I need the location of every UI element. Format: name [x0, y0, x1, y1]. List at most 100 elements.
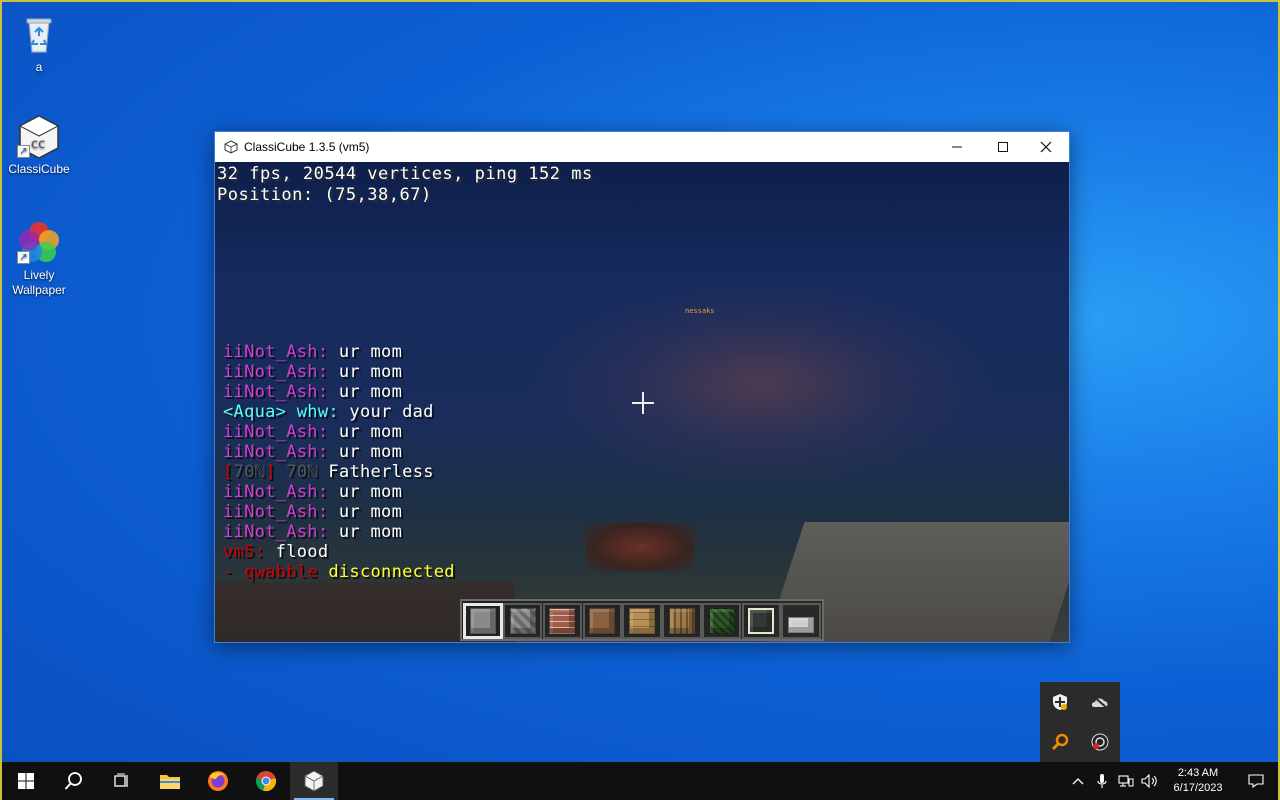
chat-text: flood: [265, 542, 329, 562]
chat-text: ur mom: [328, 442, 403, 462]
tray-security-button[interactable]: [1040, 682, 1080, 722]
show-hidden-icons-button[interactable]: [1066, 762, 1090, 800]
chat-sender: iiNot_Ash:: [223, 422, 329, 442]
maximize-icon: [998, 142, 1008, 152]
taskbar-clock[interactable]: 2:43 AM 6/17/2023: [1162, 766, 1234, 796]
chat-text: ur mom: [328, 522, 403, 542]
search-button[interactable]: [50, 762, 98, 800]
chat-text: ur mom: [328, 482, 403, 502]
action-center-button[interactable]: [1234, 762, 1278, 800]
chevron-up-icon: [1072, 778, 1084, 785]
chat-sender-suffix: ℕ: [307, 462, 318, 482]
tray-obs-button[interactable]: [1080, 722, 1120, 762]
close-icon: [1040, 141, 1052, 153]
tray-onedrive-button[interactable]: [1080, 682, 1120, 722]
tray-search-tool-button[interactable]: [1040, 722, 1080, 762]
desktop-icon-lively-wallpaper[interactable]: ↗ Lively Wallpaper: [2, 218, 76, 298]
clock-date: 6/17/2023: [1173, 782, 1223, 794]
chat-sender: vm5:: [223, 542, 266, 562]
speaker-icon: [1141, 774, 1157, 788]
windows-logo-icon: [18, 773, 34, 789]
notification-icon: [1248, 774, 1264, 788]
wood-planks-block-icon: [629, 608, 656, 634]
chat-text: ur mom: [328, 382, 403, 402]
chat-message: <Aqua> whw: your dad: [223, 402, 455, 422]
chat-sender: iiNot_Ash:: [223, 482, 329, 502]
chat-text: disconnected: [317, 562, 455, 582]
window-title: ClassiCube 1.3.5 (vm5): [244, 140, 370, 154]
minimize-button[interactable]: [934, 132, 980, 162]
hotbar-slot-wood-planks[interactable]: [622, 603, 662, 639]
maximize-button[interactable]: [980, 132, 1026, 162]
clock-time: 2:43 AM: [1177, 767, 1219, 779]
minimize-icon: [952, 146, 962, 148]
hotbar-slot-glass[interactable]: [741, 603, 782, 639]
slab-block-icon: [788, 617, 815, 633]
chat-sender: iiNot_Ash:: [223, 522, 329, 542]
chat-message: [70ℕ] 70ℕ Fatherless: [223, 462, 455, 482]
window-titlebar[interactable]: ClassiCube 1.3.5 (vm5): [215, 132, 1069, 162]
hotbar-slot-log[interactable]: [662, 603, 702, 639]
chat-message: - qwabble disconnected: [223, 562, 455, 582]
classicube-window: ClassiCube 1.3.5 (vm5) 32 fps, 20544 ver…: [214, 131, 1070, 643]
hotbar-slot-slab[interactable]: [781, 603, 821, 639]
chat-sender: iiNot_Ash:: [223, 502, 329, 522]
task-view-icon: [114, 773, 128, 787]
network-icon: [1118, 775, 1134, 787]
task-view-button[interactable]: [98, 762, 146, 800]
hotbar-slot-brick[interactable]: [542, 603, 583, 639]
chat-text: ur mom: [328, 342, 403, 362]
start-button[interactable]: [2, 762, 50, 800]
lava-hole: [585, 522, 695, 572]
chat-text: ur mom: [328, 362, 403, 382]
classicube-taskbar-button[interactable]: [290, 762, 338, 800]
chat-bracket: [: [223, 462, 234, 482]
chat-message: iiNot_Ash: ur mom: [223, 382, 455, 402]
hotbar-slot-dirt[interactable]: [582, 603, 622, 639]
player-nametag: nessaks: [685, 307, 715, 315]
desktop-icon-label: ClassiCube: [8, 162, 70, 176]
cobblestone-block-icon: [509, 608, 536, 634]
tray-overflow-popup: [1040, 682, 1120, 762]
position-readout: Position: (75,38,67): [217, 185, 432, 205]
desktop-icon-classicube[interactable]: cc ↗ ClassiCube: [2, 112, 76, 177]
chat-bracket: ]: [265, 462, 276, 482]
crosshair-icon: [632, 392, 654, 414]
lively-wallpaper-icon: ↗: [15, 218, 63, 266]
folder-icon: [160, 775, 180, 789]
chat-sender: iiNot_Ash:: [223, 342, 329, 362]
hotbar-slot-cobblestone[interactable]: [503, 603, 543, 639]
desktop-icon-recycle-bin[interactable]: a: [2, 10, 76, 75]
chat-text: your dad: [338, 402, 434, 422]
volume-button[interactable]: [1138, 762, 1162, 800]
desktop-icon-label: Lively Wallpaper: [12, 268, 66, 297]
microphone-button[interactable]: [1090, 762, 1114, 800]
chat-message: iiNot_Ash: ur mom: [223, 522, 455, 542]
chat-sender: 70: [275, 462, 308, 482]
hotbar[interactable]: [460, 599, 824, 641]
close-button[interactable]: [1023, 132, 1069, 162]
file-explorer-button[interactable]: [146, 762, 194, 800]
chat-sender: - qwabble: [223, 562, 318, 582]
onedrive-offline-icon: [1091, 695, 1108, 709]
shortcut-arrow-icon: ↗: [17, 251, 30, 264]
chrome-button[interactable]: [242, 762, 290, 800]
chat-text: ur mom: [328, 502, 403, 522]
chat-log: iiNot_Ash: ur mom iiNot_Ash: ur mom iiNo…: [223, 342, 455, 582]
stone-block-icon: [469, 608, 496, 634]
desktop-icon-label: a: [35, 60, 43, 74]
chat-sender: iiNot_Ash:: [223, 442, 329, 462]
firefox-icon: [208, 771, 228, 791]
network-button[interactable]: [1114, 762, 1138, 800]
chat-message: vm5: flood: [223, 542, 455, 562]
magnifier-icon: [1051, 733, 1069, 751]
firefox-button[interactable]: [194, 762, 242, 800]
hotbar-slot-stone[interactable]: [463, 603, 503, 639]
chat-message: iiNot_Ash: ur mom: [223, 342, 455, 362]
log-block-icon: [668, 608, 695, 634]
chat-message: iiNot_Ash: ur mom: [223, 362, 455, 382]
game-viewport[interactable]: 32 fps, 20544 vertices, ping 152 ms Posi…: [215, 162, 1069, 642]
classicube-icon: [304, 770, 324, 792]
hotbar-slot-leaves[interactable]: [701, 603, 742, 639]
microphone-icon: [1097, 774, 1107, 788]
